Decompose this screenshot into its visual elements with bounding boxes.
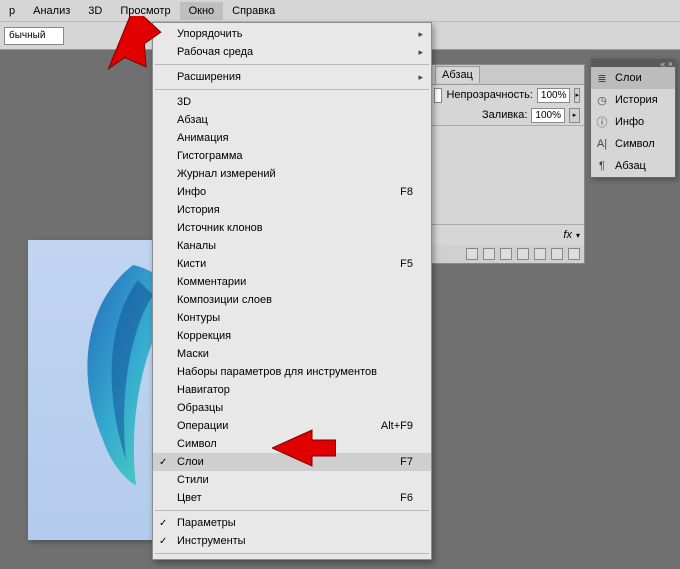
dock-item-label: Абзац [615, 160, 646, 172]
dock-item-history[interactable]: ◷ История [591, 89, 675, 111]
menu-info[interactable]: ИнфоF8 [153, 183, 431, 201]
info-icon: ⓘ [595, 115, 609, 129]
menu-separator [155, 64, 429, 65]
menu-clone-source[interactable]: Источник клонов [153, 219, 431, 237]
menu-options[interactable]: ✓Параметры [153, 514, 431, 532]
menu-layer-comps[interactable]: Композиции слоев [153, 291, 431, 309]
menu-animation[interactable]: Анимация [153, 129, 431, 147]
panel-footer [431, 245, 584, 263]
paragraph-icon: ¶ [595, 159, 609, 173]
menu-comments[interactable]: Комментарии [153, 273, 431, 291]
menu-3d[interactable]: 3D [153, 93, 431, 111]
menu-brushes[interactable]: КистиF5 [153, 255, 431, 273]
menu-channels[interactable]: Каналы [153, 237, 431, 255]
menu-history[interactable]: История [153, 201, 431, 219]
window-menu-dropdown: Упорядочить Рабочая среда Расширения 3D … [152, 22, 432, 560]
menu-paragraph[interactable]: Абзац [153, 111, 431, 129]
panel-tabs: Абзац [431, 65, 584, 85]
dock-item-layers[interactable]: ≣ Слои [591, 67, 675, 89]
fill-value[interactable]: 100% [531, 108, 565, 123]
menu-workspace[interactable]: Рабочая среда [153, 43, 431, 61]
menu-item-analyze[interactable]: Анализ [24, 2, 79, 20]
tab-paragraph[interactable]: Абзац [435, 66, 480, 83]
link-icon[interactable] [466, 248, 478, 260]
dock-item-label: История [615, 94, 658, 106]
menu-color[interactable]: ЦветF6 [153, 489, 431, 507]
menu-adjustments[interactable]: Коррекция [153, 327, 431, 345]
character-icon: A| [595, 137, 609, 151]
menu-measure-log[interactable]: Журнал измерений [153, 165, 431, 183]
fx-row: fx ▾ [431, 225, 584, 245]
dock-item-label: Инфо [615, 116, 644, 128]
menu-separator [155, 510, 429, 511]
fill-label: Заливка: [482, 109, 527, 121]
layers-panel: Абзац Непрозрачность: 100% ▸ Заливка: 10… [430, 64, 585, 264]
dock-item-paragraph[interactable]: ¶ Абзац [591, 155, 675, 177]
dock-item-label: Слои [615, 72, 642, 84]
menu-histogram[interactable]: Гистограмма [153, 147, 431, 165]
fx-arrow-icon[interactable]: ▾ [576, 231, 580, 240]
opacity-value[interactable]: 100% [537, 88, 571, 103]
adjust-icon[interactable] [517, 248, 529, 260]
opacity-row: Непрозрачность: 100% ▸ [431, 85, 584, 105]
menu-paths[interactable]: Контуры [153, 309, 431, 327]
blend-mode-select[interactable] [434, 88, 442, 103]
menu-styles[interactable]: Стили [153, 471, 431, 489]
fx-label[interactable]: fx [563, 229, 572, 241]
collapse-icon[interactable]: « × [660, 59, 673, 69]
mask-icon[interactable] [500, 248, 512, 260]
menu-item-r[interactable]: р [0, 2, 24, 20]
menu-item-window[interactable]: Окно [180, 2, 224, 20]
menu-extensions[interactable]: Расширения [153, 68, 431, 86]
opacity-arrow[interactable]: ▸ [574, 88, 580, 103]
menu-swatches[interactable]: Образцы [153, 399, 431, 417]
dock-item-info[interactable]: ⓘ Инфо [591, 111, 675, 133]
group-icon[interactable] [534, 248, 546, 260]
layers-icon: ≣ [595, 71, 609, 85]
trash-icon[interactable] [568, 248, 580, 260]
menu-item-help[interactable]: Справка [223, 2, 284, 20]
history-icon: ◷ [595, 93, 609, 107]
panels-dock: « × ≣ Слои ◷ История ⓘ Инфо A| Символ ¶ … [590, 58, 676, 178]
layers-list[interactable] [431, 125, 584, 225]
dock-item-character[interactable]: A| Символ [591, 133, 675, 155]
opacity-label: Непрозрачность: [446, 89, 532, 101]
fx-icon[interactable] [483, 248, 495, 260]
fill-row: Заливка: 100% ▸ [431, 105, 584, 125]
menu-arrange[interactable]: Упорядочить [153, 25, 431, 43]
new-layer-icon[interactable] [551, 248, 563, 260]
menu-navigator[interactable]: Навигатор [153, 381, 431, 399]
menu-tools[interactable]: ✓Инструменты [153, 532, 431, 550]
menu-tool-presets[interactable]: Наборы параметров для инструментов [153, 363, 431, 381]
fill-arrow[interactable]: ▸ [569, 108, 580, 123]
annotation-arrow-top [98, 16, 162, 72]
annotation-arrow-bottom [272, 428, 336, 468]
menu-separator [155, 553, 429, 554]
screen-mode-field[interactable]: бычный [4, 27, 64, 45]
dock-item-label: Символ [615, 138, 655, 150]
dock-header[interactable]: « × [591, 59, 675, 67]
menu-separator [155, 89, 429, 90]
menu-masks[interactable]: Маски [153, 345, 431, 363]
